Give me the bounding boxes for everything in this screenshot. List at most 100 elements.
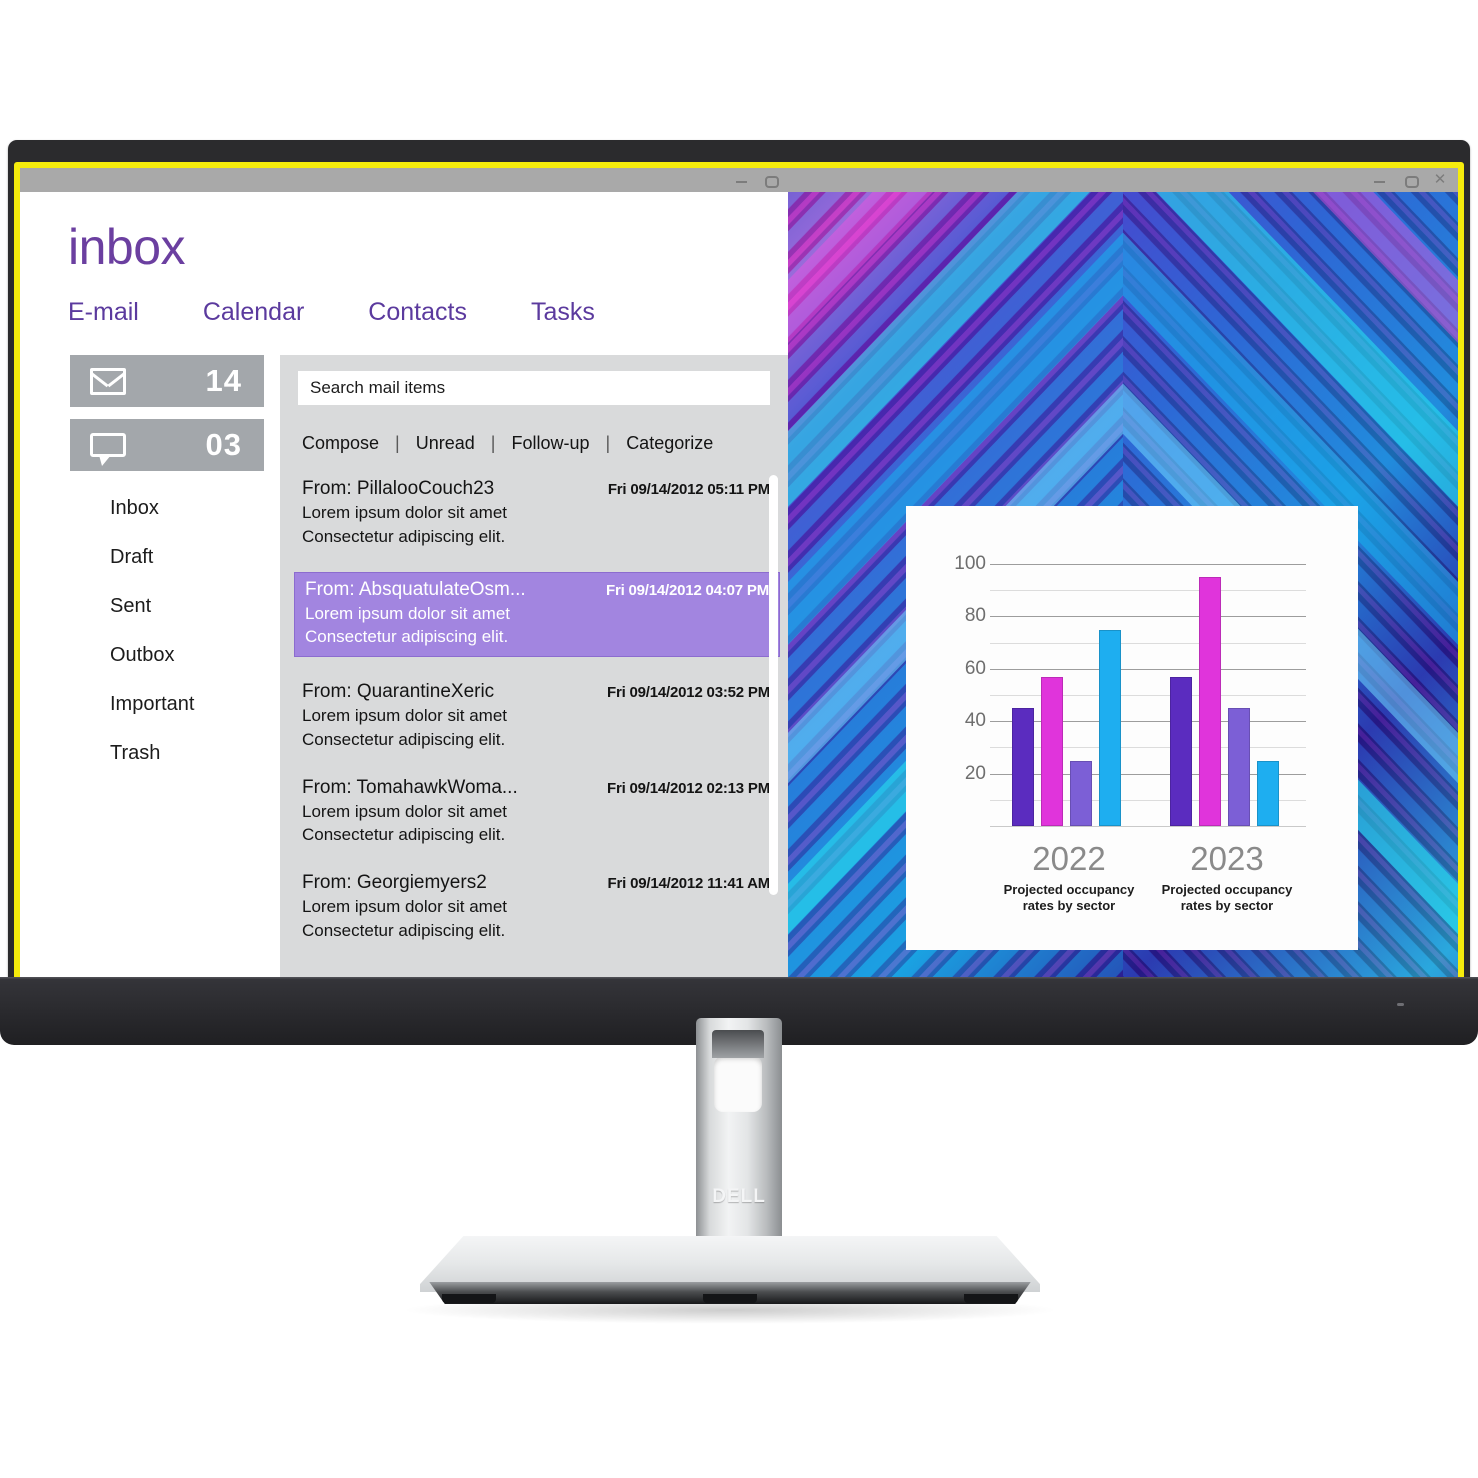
- close-icon[interactable]: ✕: [1432, 172, 1448, 188]
- bar: [1169, 676, 1192, 826]
- mail-preview-line2: Consectetur adipiscing elit.: [302, 729, 506, 749]
- cable-management-hole: [712, 1030, 764, 1112]
- mail-sender: From: PillalooCouch23: [302, 478, 495, 499]
- bar: [1227, 708, 1250, 826]
- mail-list-item[interactable]: From: QuarantineXeric Fri 09/14/2012 03:…: [302, 679, 770, 753]
- mail-sender: From: AbsquatulateOsm...: [305, 578, 526, 600]
- mail-preview-line2: Consectetur adipiscing elit.: [302, 825, 506, 845]
- bar-chart: 20 40 60 80 100 2022 Projected occupancy rates…: [906, 506, 1358, 950]
- chart-card: 20 40 60 80 100 2022 Projected occupancy rates…: [906, 506, 1358, 950]
- x-axis-group-label: 2023 Projected occupancy rates by sector: [1162, 842, 1293, 915]
- wallpaper-window: ✕ 20 40 60 80 100 2022 Projected occupancy rat…: [788, 168, 1458, 978]
- sidebar-item-outbox[interactable]: Outbox: [110, 644, 264, 667]
- primary-nav: E-mail Calendar Contacts Tasks: [68, 298, 788, 327]
- folder-list: Inbox Draft Sent Outbox Important Trash: [70, 497, 264, 765]
- y-axis-tick-label: 40: [964, 710, 986, 732]
- mail-body: inbox E-mail Calendar Contacts Tasks 14: [20, 192, 788, 978]
- unread-message-count: 03: [205, 427, 242, 462]
- categorize-button[interactable]: Categorize: [626, 433, 713, 454]
- mail-list-item[interactable]: From: TomahawkWoma... Fri 09/14/2012 02:…: [302, 775, 770, 849]
- mail-preview-line2: Consectetur adipiscing elit.: [302, 526, 506, 546]
- toolbar-separator: |: [395, 433, 400, 453]
- sidebar-item-draft[interactable]: Draft: [110, 546, 264, 569]
- mail-preview-line2: Consectetur adipiscing elit.: [302, 920, 506, 940]
- mail-timestamp: Fri 09/14/2012 04:07 PM: [605, 581, 769, 599]
- unread-filter-button[interactable]: Unread: [416, 433, 475, 454]
- envelope-icon: [90, 367, 126, 395]
- toolbar-separator: |: [490, 433, 496, 453]
- mail-application-window: inbox E-mail Calendar Contacts Tasks 14: [20, 168, 788, 978]
- stand-foot-left: [442, 1294, 496, 1303]
- minimize-icon[interactable]: [734, 172, 750, 188]
- dell-logo: DELL: [712, 1186, 766, 1207]
- mail-sender: From: QuarantineXeric: [302, 681, 495, 702]
- monitor-stand-base: [420, 1236, 1040, 1310]
- power-led: [1397, 1003, 1404, 1006]
- x-axis-category: 2023: [1190, 840, 1264, 877]
- mail-preview-line1: Lorem ipsum dolor sit amet: [302, 801, 508, 821]
- toolbar-separator: |: [605, 433, 611, 453]
- sidebar-item-inbox[interactable]: Inbox: [110, 497, 264, 520]
- bar-group: [1169, 564, 1279, 826]
- y-axis-tick-label: 60: [964, 657, 986, 679]
- sidebar-item-sent[interactable]: Sent: [110, 595, 264, 618]
- mail-timestamp: Fri 09/14/2012 05:11 PM: [607, 481, 770, 498]
- search-input[interactable]: Search mail items: [298, 371, 770, 405]
- compose-button[interactable]: Compose: [302, 433, 379, 454]
- mail-sender: From: TomahawkWoma...: [302, 776, 518, 798]
- sidebar-item-important[interactable]: Important: [110, 693, 264, 716]
- mail-timestamp: Fri 09/14/2012 11:41 AM: [607, 875, 771, 892]
- chat-bubble-icon: [90, 433, 126, 466]
- monitor-screen: inbox E-mail Calendar Contacts Tasks 14: [20, 168, 1458, 978]
- mail-list-panel: Search mail items Compose | Unread | Fol…: [280, 355, 788, 978]
- tab-calendar[interactable]: Calendar: [203, 298, 304, 327]
- left-window-titlebar: [20, 168, 788, 192]
- stand-foot-right: [964, 1294, 1018, 1303]
- followup-button[interactable]: Follow-up: [511, 433, 589, 454]
- y-axis-tick-label: 80: [964, 605, 986, 627]
- screenshot-root: inbox E-mail Calendar Contacts Tasks 14: [0, 0, 1478, 1478]
- tab-email[interactable]: E-mail: [68, 298, 139, 327]
- plot-area: [990, 564, 1306, 826]
- mail-toolbar: Compose | Unread | Follow-up | Categoriz…: [302, 433, 788, 454]
- bar: [1040, 676, 1063, 826]
- mail-preview-line2: Consectetur adipiscing elit.: [305, 627, 509, 647]
- page-title: inbox: [68, 219, 186, 275]
- bar: [1198, 577, 1221, 826]
- mail-sidebar: 14 03 Inbox Draft Sent Outbox Important: [70, 355, 264, 978]
- mail-timestamp: Fri 09/14/2012 03:52 PM: [606, 684, 770, 701]
- x-axis-caption: Projected occupancy rates by sector: [1003, 882, 1135, 914]
- stand-foot-center: [703, 1294, 757, 1303]
- y-axis-tick-label: 100: [954, 553, 986, 574]
- bar: [1256, 760, 1279, 826]
- x-axis-caption: Projected occupancy rates by sector: [1161, 882, 1293, 914]
- restore-icon[interactable]: [1402, 172, 1419, 188]
- mail-main: 14 03 Inbox Draft Sent Outbox Important: [70, 355, 788, 978]
- tab-tasks[interactable]: Tasks: [531, 298, 595, 327]
- restore-icon[interactable]: [762, 172, 779, 188]
- right-window-titlebar: ✕: [788, 168, 1458, 192]
- mail-preview-line1: Lorem ipsum dolor sit amet: [305, 603, 511, 623]
- mail-list-item-selected[interactable]: From: AbsquatulateOsm... Fri 09/14/2012 …: [294, 571, 780, 657]
- bar: [1011, 708, 1034, 826]
- mail-preview-line1: Lorem ipsum dolor sit amet: [302, 897, 508, 916]
- unread-mail-counter[interactable]: 14: [70, 355, 264, 407]
- bar-group: [1011, 564, 1121, 826]
- axis-baseline: [990, 826, 1306, 827]
- y-axis-tick-label: 20: [964, 762, 986, 784]
- x-axis-category: 2022: [1032, 840, 1106, 877]
- sidebar-item-trash[interactable]: Trash: [110, 742, 264, 765]
- x-axis-group-label: 2022 Projected occupancy rates by sector: [1004, 842, 1135, 915]
- mail-list-item[interactable]: From: PillalooCouch23 Fri 09/14/2012 05:…: [302, 476, 770, 550]
- unread-mail-count: 14: [205, 363, 242, 398]
- mail-list-scrollbar[interactable]: [769, 475, 778, 895]
- tab-contacts[interactable]: Contacts: [368, 298, 467, 327]
- mail-list-item[interactable]: From: Georgiemyers2 Fri 09/14/2012 11:41…: [302, 870, 770, 944]
- mail-preview-line1: Lorem ipsum dolor sit amet: [302, 503, 508, 522]
- bar: [1069, 760, 1092, 826]
- mail-preview-line1: Lorem ipsum dolor sit amet: [302, 706, 508, 725]
- mail-sender: From: Georgiemyers2: [302, 872, 487, 893]
- unread-message-counter[interactable]: 03: [70, 419, 264, 471]
- minimize-icon[interactable]: [1372, 172, 1388, 188]
- mail-list: From: PillalooCouch23 Fri 09/14/2012 05:…: [280, 476, 788, 944]
